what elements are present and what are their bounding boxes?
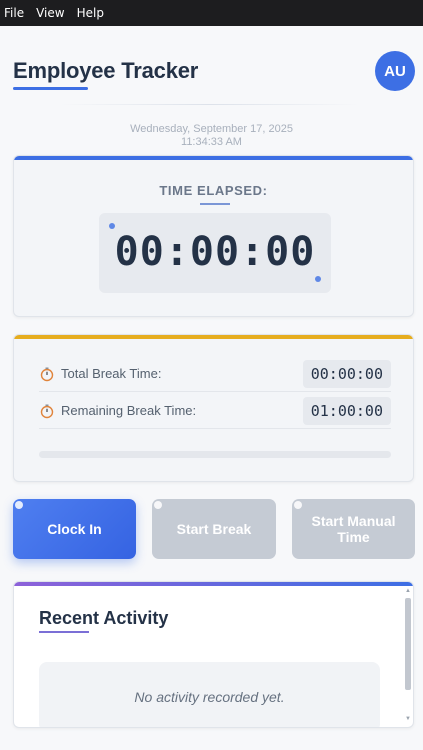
activity-empty-state: No activity recorded yet. <box>39 662 380 727</box>
remaining-break-row: Remaining Break Time: 01:00:00 <box>39 393 391 429</box>
start-break-button[interactable]: Start Break <box>152 499 276 559</box>
scroll-up-arrow-icon[interactable]: ▲ <box>405 588 411 594</box>
start-manual-time-button[interactable]: Start Manual Time <box>292 499 415 559</box>
remaining-break-label: Remaining Break Time: <box>61 403 197 418</box>
decor-dot <box>294 501 302 509</box>
timer-card-accent <box>14 156 413 160</box>
total-break-row: Total Break Time: 00:00:00 <box>39 356 391 392</box>
total-break-label: Total Break Time: <box>61 366 162 381</box>
clock-in-button[interactable]: Clock In <box>13 499 136 559</box>
current-date: Wednesday, September 17, 2025 <box>130 123 293 135</box>
total-break-value: 00:00:00 <box>302 360 391 388</box>
title-underline <box>13 87 88 90</box>
avatar[interactable]: AU <box>375 51 415 91</box>
start-manual-time-label: Start Manual Time <box>311 513 396 545</box>
app-title: Employee Tracker <box>13 58 199 83</box>
activity-scrollbar[interactable]: ▲ ▼ <box>405 588 411 722</box>
activity-card-accent <box>14 582 413 586</box>
decor-dot <box>315 276 321 282</box>
stopwatch-icon <box>40 367 54 381</box>
timer-card: TIME ELAPSED: 00:00:00 <box>13 155 414 317</box>
decor-dot <box>15 501 23 509</box>
menu-bar: File View Help <box>0 0 423 26</box>
start-break-label: Start Break <box>176 521 252 537</box>
break-card-accent <box>14 335 413 339</box>
timer-display: 00:00:00 <box>99 213 331 293</box>
scroll-thumb[interactable] <box>405 598 411 690</box>
current-time: 11:34:33 AM <box>181 136 242 148</box>
menu-file[interactable]: File <box>4 6 24 20</box>
header-divider <box>60 104 360 105</box>
break-card: Total Break Time: 00:00:00 Remaining Bre… <box>13 334 414 482</box>
decor-dot <box>154 501 162 509</box>
remaining-break-value: 01:00:00 <box>302 397 391 425</box>
menu-view[interactable]: View <box>36 6 64 20</box>
timer-value: 00:00:00 <box>114 229 316 275</box>
stopwatch-icon <box>40 404 54 418</box>
clock-in-label: Clock In <box>47 521 102 537</box>
scroll-down-arrow-icon[interactable]: ▼ <box>405 716 411 722</box>
recent-activity-title: Recent Activity <box>39 608 169 628</box>
menu-help[interactable]: Help <box>77 6 104 20</box>
recent-activity-card: Recent Activity No activity recorded yet… <box>13 581 414 728</box>
activity-empty-message: No activity recorded yet. <box>134 689 285 705</box>
time-elapsed-underline <box>200 203 230 205</box>
break-progress-bar <box>39 451 391 458</box>
time-elapsed-label: TIME ELAPSED: <box>159 183 268 198</box>
recent-activity-underline <box>39 631 89 633</box>
